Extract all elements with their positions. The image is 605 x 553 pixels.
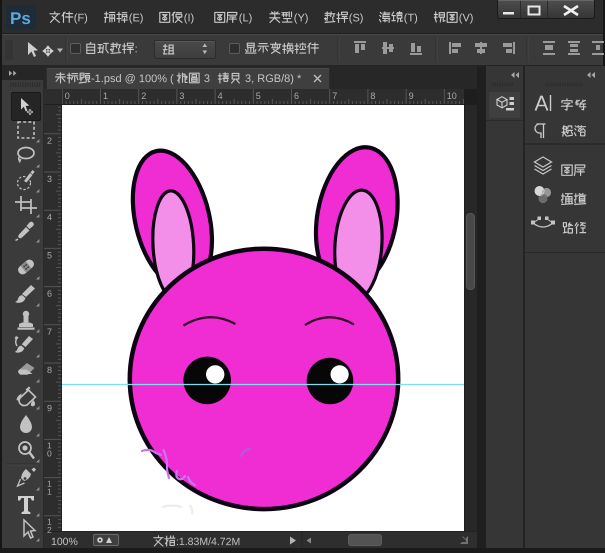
svg-text:3: 3 bbox=[201, 73, 213, 85]
svg-text:1: 1 bbox=[103, 91, 108, 101]
svg-text:2: 2 bbox=[47, 525, 52, 535]
svg-text:-1.psd @ 100% (: -1.psd @ 100% ( bbox=[91, 73, 174, 85]
svg-text:3: 3 bbox=[179, 91, 184, 101]
svg-text:6: 6 bbox=[47, 289, 52, 299]
svg-text:3, RGB/8) *: 3, RGB/8) * bbox=[242, 73, 302, 85]
svg-text:100%: 100% bbox=[51, 536, 78, 548]
svg-text:(S): (S) bbox=[349, 12, 364, 24]
svg-text:(L): (L) bbox=[239, 12, 252, 24]
svg-text:9: 9 bbox=[47, 403, 52, 413]
svg-text:(E): (E) bbox=[129, 12, 144, 24]
svg-text::1.83M/4.72M: :1.83M/4.72M bbox=[176, 536, 240, 548]
svg-text::: : bbox=[135, 43, 138, 55]
svg-text:(Y): (Y) bbox=[294, 12, 309, 24]
svg-text:0: 0 bbox=[65, 91, 70, 101]
svg-text:8: 8 bbox=[47, 365, 52, 375]
svg-text:7: 7 bbox=[47, 327, 52, 337]
svg-text:5: 5 bbox=[256, 91, 261, 101]
svg-text:Ps: Ps bbox=[10, 9, 31, 28]
svg-text:4: 4 bbox=[218, 91, 223, 101]
svg-text:(V): (V) bbox=[459, 12, 474, 24]
svg-text:(F): (F) bbox=[74, 12, 88, 24]
svg-text:4: 4 bbox=[47, 212, 52, 222]
svg-text:2: 2 bbox=[141, 91, 146, 101]
svg-text:(I): (I) bbox=[184, 12, 194, 24]
svg-text:(T): (T) bbox=[404, 12, 418, 24]
svg-text:8: 8 bbox=[370, 91, 375, 101]
svg-text:2: 2 bbox=[47, 136, 52, 146]
svg-text:7: 7 bbox=[332, 91, 337, 101]
svg-text:10: 10 bbox=[447, 91, 457, 101]
svg-text:0: 0 bbox=[47, 448, 52, 458]
svg-text:1: 1 bbox=[47, 487, 52, 497]
svg-text:5: 5 bbox=[47, 250, 52, 260]
svg-text:9: 9 bbox=[409, 91, 414, 101]
svg-text:3: 3 bbox=[47, 174, 52, 184]
svg-text:6: 6 bbox=[294, 91, 299, 101]
